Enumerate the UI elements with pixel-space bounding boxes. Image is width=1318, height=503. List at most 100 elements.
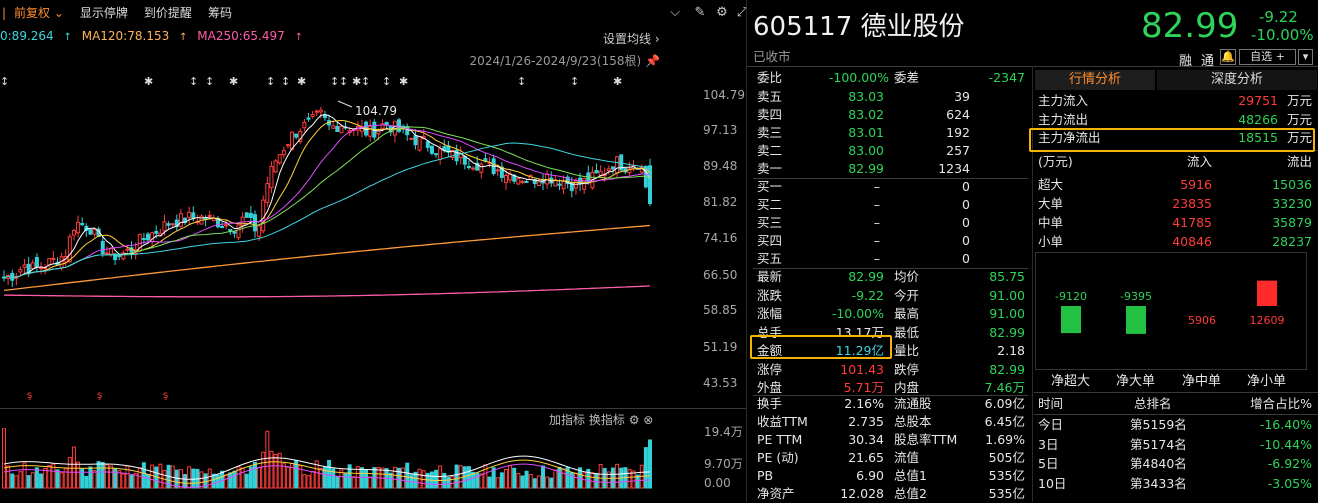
arrow-icon: ↑ [179, 32, 188, 43]
show-suspended-button[interactable]: 显示停牌 [72, 0, 136, 26]
event-marker-icon[interactable]: ↕ [189, 75, 198, 88]
event-marker-icon[interactable]: ✱ [297, 75, 306, 88]
candle-body [88, 229, 93, 235]
market-status: 已收市 [753, 49, 791, 64]
ask-row[interactable]: 卖一 82.99 1234 [747, 160, 1032, 178]
quote-value: 91.00 [989, 287, 1025, 303]
ask-row[interactable]: 卖二 83.00 257 [747, 142, 1032, 160]
candle-body [108, 248, 113, 255]
add-watchlist-button[interactable]: 自选 + [1239, 49, 1296, 65]
kline-chart[interactable]: | 前复权 ⌄ 显示停牌 到价提醒 筹码 ⌵ ✎ ⚙ ⤢ 0:89.264 ↑ … [0, 0, 747, 502]
adjust-dropdown[interactable]: 前复权 ⌄ [6, 0, 72, 26]
candle-body [59, 256, 64, 269]
dividend-marker-icon[interactable]: ş [97, 390, 102, 401]
event-marker-icon[interactable]: ↕ [517, 75, 526, 88]
volume-bar [141, 462, 146, 489]
volume-bar [244, 473, 249, 489]
net-flow-value-label: 12609 [1250, 314, 1285, 327]
event-marker-icon[interactable]: ✱ [399, 75, 408, 88]
volume-bar [343, 473, 348, 489]
volume-bar [257, 466, 262, 489]
bid-row[interactable]: 买一 – 0 [747, 178, 1032, 196]
bid-row[interactable]: 买五 – 0 [747, 250, 1032, 268]
event-marker-icon[interactable]: ↕ [266, 75, 275, 88]
dividend-marker-icon[interactable]: ş [163, 390, 168, 401]
tab-market-analysis[interactable]: 行情分析 [1035, 70, 1155, 90]
ask-row[interactable]: 卖四 83.02 624 [747, 106, 1032, 124]
candle-body [466, 165, 471, 168]
event-marker-icon[interactable]: ✱ [613, 75, 622, 88]
fundamental-label: 总值2 [894, 486, 927, 501]
fundamental-value: 6.45亿 [984, 414, 1025, 429]
candle-body [100, 241, 105, 255]
candle-body [146, 233, 151, 241]
ask-price: 83.02 [848, 107, 884, 122]
fundamental-row: PE TTM 30.34 股息率TTM 1.69% [747, 431, 1032, 449]
volume-bar [392, 466, 397, 489]
fundamental-row: 净资产 12.028 总值2 535亿 [747, 485, 1032, 503]
bell-icon[interactable]: 🔔 [1220, 49, 1236, 65]
candle-body [561, 180, 566, 190]
event-marker-icon[interactable]: ↕ [0, 75, 9, 88]
event-marker-icon[interactable]: ↕ [339, 75, 348, 88]
ma120-label: MA120:78.153 [81, 29, 170, 43]
candle-body [22, 264, 27, 268]
dividend-marker-icon[interactable]: ş [27, 390, 32, 401]
event-marker-icon[interactable]: ↕ [281, 75, 290, 88]
event-marker-icon[interactable]: ↕ [205, 75, 214, 88]
tab-depth-analysis[interactable]: 深度分析 [1157, 70, 1317, 90]
price-alert-button[interactable]: 到价提醒 [136, 0, 200, 26]
candle-body [166, 223, 171, 226]
event-marker-icon[interactable]: ↕ [361, 75, 370, 88]
chevron-down-icon[interactable]: ▾ [1298, 49, 1313, 65]
volume-bar [183, 474, 188, 489]
volume-plot[interactable] [0, 428, 700, 498]
candle-body [76, 221, 81, 234]
flow-table-row: 小单 40846 28237 [1034, 233, 1318, 251]
event-marker-icon[interactable]: ✱ [144, 75, 153, 88]
collapse-icon[interactable]: ⌵ [667, 5, 683, 21]
chips-button[interactable]: 筹码 [200, 0, 240, 26]
event-marker-icon[interactable]: ↕ [330, 75, 339, 88]
ma60-line [3, 142, 651, 279]
fund-flow-label: 主力流出 [1038, 111, 1089, 127]
event-marker-icon[interactable]: ↕ [382, 75, 391, 88]
switch-indicator-button[interactable]: 换指标 [589, 413, 625, 427]
add-indicator-button[interactable]: 加指标 [549, 413, 585, 427]
fund-flow-row: 主力流入 29751 万元 [1034, 92, 1318, 110]
event-marker-icon[interactable]: ✱ [352, 75, 361, 88]
volume-bar [273, 453, 278, 489]
ask-label: 卖一 [757, 161, 783, 176]
event-marker-icon[interactable]: ↕ [570, 75, 579, 88]
ask-price: 83.03 [848, 89, 884, 104]
gear-icon[interactable]: ⚙ [714, 5, 730, 21]
last-price: 82.99 [1141, 6, 1239, 46]
volume-bar [532, 478, 537, 489]
bid-row[interactable]: 买三 – 0 [747, 214, 1032, 232]
event-marker-icon[interactable]: ✱ [229, 75, 238, 88]
close-icon[interactable]: ⊗ [643, 413, 653, 427]
volume-bar [536, 475, 541, 489]
ask-row[interactable]: 卖五 83.03 39 [747, 88, 1032, 106]
volume-bar [96, 461, 101, 489]
change-value: -9.22 [1259, 8, 1298, 26]
candle-body [397, 119, 402, 132]
candlestick-plot[interactable]: 104.79↕ ✱ ↕ ↕ ✱ ↕ ↕ ✱ ↕ ↕ ✱ ↕ ↕ ✱ ↕ ↕ ✱ş ş ş [0, 60, 700, 410]
ask-row[interactable]: 卖三 83.01 192 [747, 124, 1032, 142]
net-flow-category-label: 净超大 [1051, 374, 1091, 389]
net-flow-value-label: 5906 [1188, 314, 1216, 327]
volume-bar [479, 473, 484, 489]
setup-ma-button[interactable]: 设置均线 › [603, 30, 660, 47]
bid-row[interactable]: 买四 – 0 [747, 232, 1032, 250]
candle-body [71, 230, 76, 236]
draw-pen-icon[interactable]: ✎ [692, 5, 708, 21]
gear-icon[interactable]: ⚙ [629, 413, 640, 427]
bid-volume: 0 [962, 197, 970, 212]
candle-body [232, 231, 237, 234]
candle-body [51, 257, 56, 260]
flow-table-row: 超大 5916 15036 [1034, 176, 1318, 194]
quote-label: 涨跌 [757, 287, 783, 303]
bid-row[interactable]: 买二 – 0 [747, 196, 1032, 214]
fundamental-value: 1.69% [985, 432, 1025, 447]
price-tick-label: 74.16 [703, 231, 738, 245]
